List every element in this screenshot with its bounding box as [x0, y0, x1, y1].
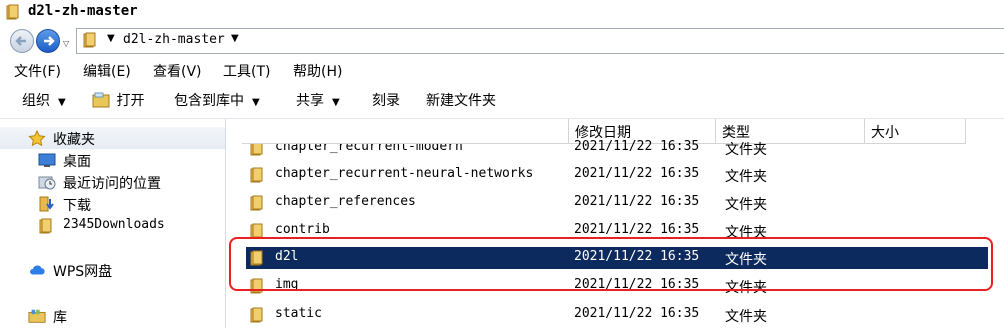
file-row[interactable]: static 2021/11/22 16:35 文件夹	[246, 304, 988, 326]
file-date: 2021/11/22 16:35	[574, 194, 700, 209]
menu-tools[interactable]: 工具(T)	[223, 61, 270, 81]
nav-label-favorites: 收藏夹	[53, 132, 95, 148]
folder-icon	[39, 218, 52, 234]
nav-item-wps[interactable]: WPS网盘	[0, 259, 225, 281]
burn-button[interactable]: 刻录	[372, 90, 400, 110]
nav-label-wps: WPS网盘	[53, 264, 113, 280]
file-type: 文件夹	[725, 197, 767, 213]
desktop-icon	[38, 153, 56, 167]
share-label: 共享	[296, 93, 324, 109]
new-folder-button[interactable]: 新建文件夹	[426, 90, 496, 110]
file-date: 2021/11/22 16:35	[574, 139, 700, 154]
command-bar: 组织 ▼ 打开 包含到库中 ▼ 共享 ▼ 刻录 新建文件夹	[0, 82, 1004, 119]
organize-button[interactable]: 组织 ▼	[22, 90, 66, 110]
file-type: 文件夹	[725, 169, 767, 185]
organize-label: 组织	[22, 93, 50, 109]
folder-icon	[6, 4, 19, 20]
menu-help[interactable]: 帮助(H)	[293, 61, 342, 81]
address-dropdown-icon[interactable]: ▼	[231, 33, 239, 44]
open-label: 打开	[116, 93, 145, 109]
file-type: 文件夹	[725, 142, 767, 158]
nav-item-library[interactable]: 库	[0, 305, 225, 327]
file-name: chapter_references	[275, 194, 416, 209]
file-name: static	[275, 306, 322, 321]
file-date: 2021/11/22 16:35	[574, 222, 700, 237]
navigation-pane: 收藏夹 桌面 最近访问的位置 下载 2345Downloads WPS网盘 库	[0, 119, 226, 328]
title-bar: d2l-zh-master	[0, 0, 1004, 24]
file-row[interactable]: chapter_references 2021/11/22 16:35 文件夹	[246, 192, 988, 214]
file-date: 2021/11/22 16:35	[574, 306, 700, 321]
file-name: chapter_recurrent-neural-networks	[275, 166, 534, 181]
chevron-down-icon: ▼	[252, 97, 260, 108]
open-folder-icon	[92, 92, 110, 108]
window-title: d2l-zh-master	[28, 3, 138, 19]
folder-icon	[83, 32, 96, 48]
back-arrow-icon	[15, 36, 26, 46]
folder-icon	[250, 167, 263, 183]
recent-places-icon	[38, 176, 56, 190]
address-box[interactable]: ▼ d2l-zh-master ▼	[76, 28, 1004, 54]
back-button[interactable]	[10, 29, 34, 53]
open-button[interactable]: 打开	[92, 90, 144, 110]
nav-label-downloads: 下载	[63, 198, 91, 214]
chevron-down-icon: ▼	[332, 97, 340, 108]
nav-label-desktop: 桌面	[63, 154, 91, 170]
chevron-down-icon: ▼	[58, 97, 66, 108]
file-name: contrib	[275, 222, 330, 237]
file-list-pane: 名称 ▲ 修改日期 类型 大小 chapter_recurrent-modern…	[226, 119, 1004, 328]
folder-icon	[250, 195, 263, 211]
include-library-button[interactable]: 包含到库中 ▼	[174, 90, 260, 110]
menu-edit[interactable]: 编辑(E)	[83, 61, 131, 81]
star-icon	[28, 130, 46, 146]
nav-item-downloads[interactable]: 下载	[0, 193, 225, 215]
include-library-label: 包含到库中	[174, 93, 244, 109]
library-icon	[28, 309, 46, 323]
menu-view[interactable]: 查看(V)	[153, 61, 202, 81]
menu-file[interactable]: 文件(F)	[14, 61, 61, 81]
nav-label-recent: 最近访问的位置	[63, 176, 161, 192]
cloud-icon	[30, 265, 45, 275]
nav-item-favorites[interactable]: 收藏夹	[0, 127, 225, 149]
folder-icon	[250, 307, 263, 323]
share-button[interactable]: 共享 ▼	[296, 90, 340, 110]
file-date: 2021/11/22 16:35	[574, 166, 700, 181]
highlight-annotation-box	[229, 237, 993, 291]
file-row[interactable]: chapter_recurrent-neural-networks 2021/1…	[246, 164, 988, 186]
column-header-name-overlay	[242, 119, 569, 144]
nav-label-2345downloads: 2345Downloads	[63, 217, 165, 232]
menu-bar: 文件(F) 编辑(E) 查看(V) 工具(T) 帮助(H)	[0, 58, 1004, 82]
address-path[interactable]: d2l-zh-master	[123, 32, 225, 47]
history-dropdown-icon[interactable]: ▽	[63, 39, 69, 48]
download-folder-icon	[39, 196, 54, 212]
forward-button[interactable]	[36, 29, 60, 53]
file-type: 文件夹	[725, 309, 767, 325]
nav-item-recent[interactable]: 最近访问的位置	[0, 171, 225, 193]
nav-label-library: 库	[53, 310, 67, 326]
forward-arrow-icon	[44, 36, 55, 46]
breadcrumb-arrow-icon[interactable]: ▼	[107, 33, 115, 44]
nav-item-desktop[interactable]: 桌面	[0, 149, 225, 171]
address-bar-row: ▽ ▼ d2l-zh-master ▼	[0, 24, 1004, 58]
nav-item-2345downloads[interactable]: 2345Downloads	[0, 215, 225, 237]
